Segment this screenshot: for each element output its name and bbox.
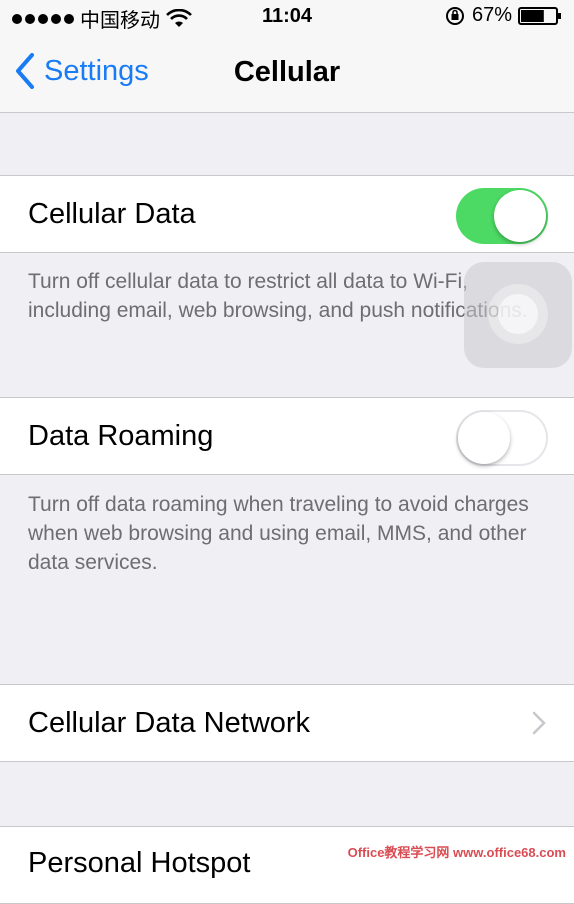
status-right: 67% [444,4,562,27]
data-roaming-label: Data Roaming [28,420,214,452]
cellular-data-network-row[interactable]: Cellular Data Network [0,684,574,762]
assistive-touch-center [498,294,538,334]
status-bar: 中国移动 11:04 67% [0,0,574,32]
data-roaming-toggle[interactable] [456,410,548,466]
personal-hotspot-label: Personal Hotspot [28,847,251,879]
cellular-data-toggle[interactable] [456,188,548,244]
chevron-right-icon [532,711,546,735]
toggle-knob [458,412,510,464]
assistive-touch-button[interactable] [464,262,572,368]
cellular-data-network-label: Cellular Data Network [28,707,311,739]
battery-percent: 67% [471,4,512,26]
cellular-data-label: Cellular Data [28,198,196,230]
cellular-data-row: Cellular Data [0,175,574,253]
orientation-lock-icon [445,6,464,25]
battery-icon [518,6,561,25]
watermark: Office教程学习网 www.office68.com [347,845,566,860]
toggle-knob [494,190,546,242]
personal-hotspot-row[interactable]: Personal Hotspot [0,826,574,904]
navigation-bar: Settings Cellular [0,32,574,113]
data-roaming-row: Data Roaming [0,397,574,475]
page-title: Cellular [233,56,341,88]
data-roaming-footer: Turn off data roaming when traveling to … [28,493,529,574]
